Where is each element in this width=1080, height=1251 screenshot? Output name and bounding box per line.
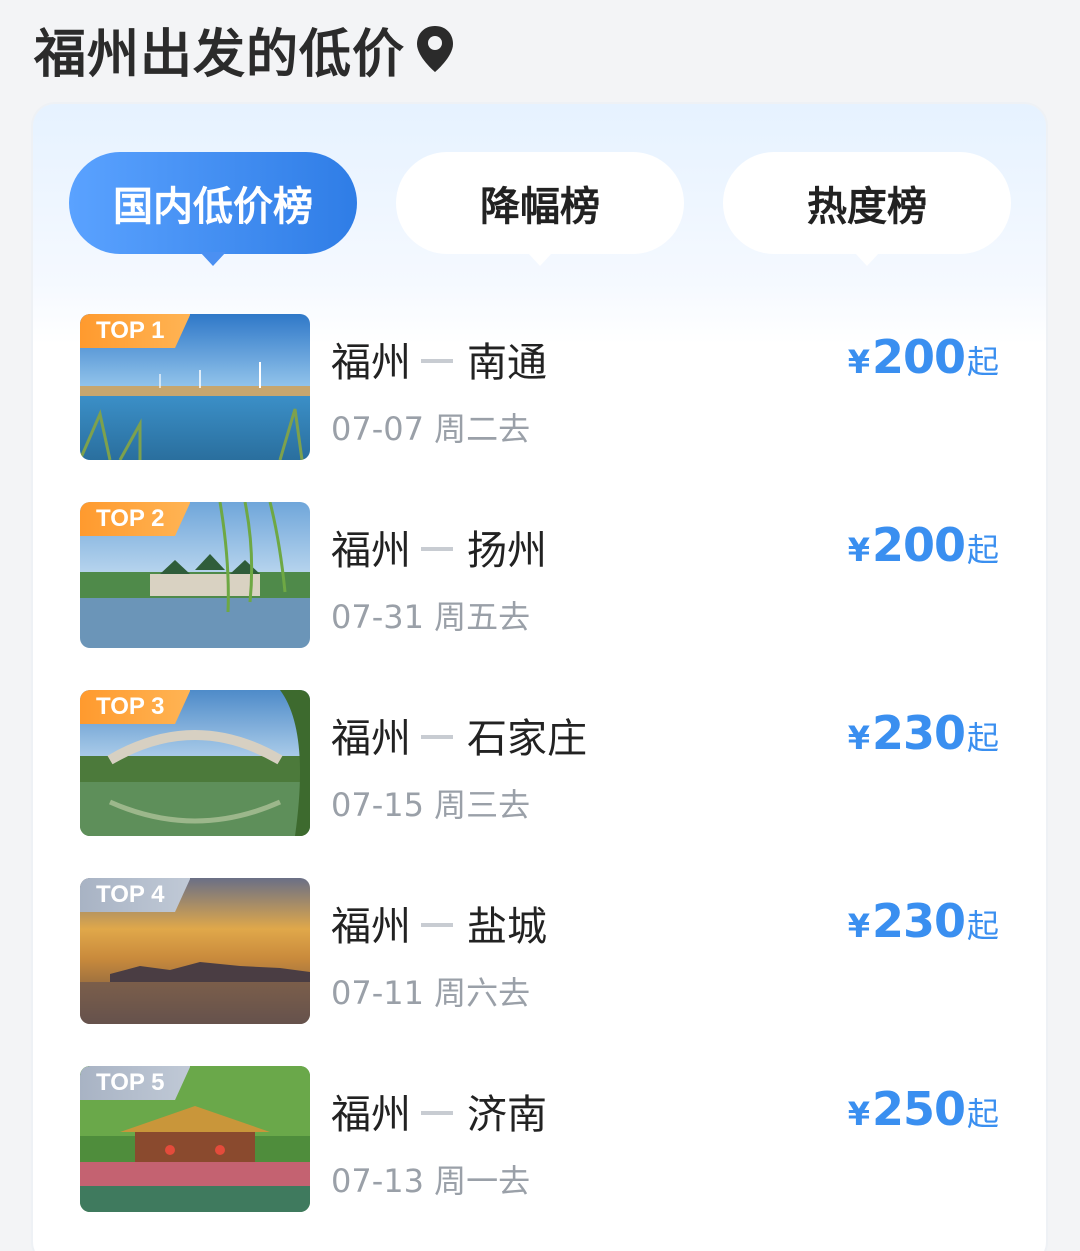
route-arrow-icon bbox=[421, 547, 453, 551]
price-suffix: 起 bbox=[966, 343, 999, 381]
rank-badge: TOP 1 bbox=[80, 314, 191, 348]
destination-city: 济南 bbox=[467, 1092, 547, 1138]
price: ¥ 200 起 bbox=[848, 518, 999, 572]
price: ¥ 230 起 bbox=[848, 894, 999, 948]
origin-city: 福州 bbox=[331, 528, 411, 574]
route-title: 福州 扬州 bbox=[331, 518, 547, 576]
price-suffix: 起 bbox=[966, 719, 999, 757]
price-suffix: 起 bbox=[966, 531, 999, 569]
price-suffix: 起 bbox=[966, 907, 999, 945]
tab-bar: 国内低价榜 降幅榜 热度榜 bbox=[69, 152, 1011, 272]
origin-city: 福州 bbox=[331, 904, 411, 950]
origin-city: 福州 bbox=[331, 340, 411, 386]
route-arrow-icon bbox=[421, 735, 453, 739]
destination-thumbnail: TOP 1 bbox=[80, 314, 310, 460]
route-row[interactable]: TOP 1 福州 南通 07-07 周二去 ¥ 200 起 bbox=[33, 312, 1046, 462]
rank-badge: TOP 3 bbox=[80, 690, 191, 724]
currency-symbol: ¥ bbox=[847, 719, 870, 757]
route-row[interactable]: TOP 2 福州 扬州 07-31 周五去 ¥ 200 起 bbox=[33, 500, 1046, 650]
destination-thumbnail: TOP 5 bbox=[80, 1066, 310, 1212]
route-title: 福州 石家庄 bbox=[331, 706, 587, 764]
origin-city: 福州 bbox=[331, 1092, 411, 1138]
page-title: 福州出发的低价 bbox=[34, 24, 406, 85]
price-value: 250 bbox=[871, 1082, 966, 1136]
origin-city: 福州 bbox=[331, 716, 411, 762]
route-row[interactable]: TOP 5 福州 济南 07-13 周一去 ¥ 250 起 bbox=[33, 1064, 1046, 1214]
route-row[interactable]: TOP 4 福州 盐城 07-11 周六去 ¥ 230 起 bbox=[33, 876, 1046, 1026]
tab-price-drop[interactable]: 降幅榜 bbox=[396, 152, 684, 254]
currency-symbol: ¥ bbox=[847, 1095, 870, 1133]
currency-symbol: ¥ bbox=[847, 907, 870, 945]
departure-date: 07-15 周三去 bbox=[331, 786, 531, 824]
price-value: 230 bbox=[871, 894, 966, 948]
price: ¥ 250 起 bbox=[848, 1082, 999, 1136]
rank-badge: TOP 2 bbox=[80, 502, 191, 536]
price: ¥ 230 起 bbox=[848, 706, 999, 760]
price-value: 230 bbox=[871, 706, 966, 760]
departure-date: 07-07 周二去 bbox=[331, 410, 531, 448]
destination-thumbnail: TOP 2 bbox=[80, 502, 310, 648]
price-value: 200 bbox=[871, 330, 966, 384]
header: 福州出发的低价 bbox=[34, 14, 455, 85]
price-suffix: 起 bbox=[966, 1095, 999, 1133]
route-title: 福州 南通 bbox=[331, 330, 547, 388]
departure-date: 07-31 周五去 bbox=[331, 598, 531, 636]
location-pin-icon[interactable] bbox=[415, 24, 455, 74]
destination-city: 石家庄 bbox=[467, 716, 587, 762]
destination-city: 南通 bbox=[467, 340, 547, 386]
route-title: 福州 盐城 bbox=[331, 894, 547, 952]
route-arrow-icon bbox=[421, 923, 453, 927]
price: ¥ 200 起 bbox=[848, 330, 999, 384]
route-arrow-icon bbox=[421, 1111, 453, 1115]
destination-city: 扬州 bbox=[467, 528, 547, 574]
destination-thumbnail: TOP 3 bbox=[80, 690, 310, 836]
departure-date: 07-13 周一去 bbox=[331, 1162, 531, 1200]
route-arrow-icon bbox=[421, 359, 453, 363]
destination-thumbnail: TOP 4 bbox=[80, 878, 310, 1024]
tab-popularity[interactable]: 热度榜 bbox=[723, 152, 1011, 254]
destination-city: 盐城 bbox=[467, 904, 547, 950]
currency-symbol: ¥ bbox=[847, 343, 870, 381]
route-row[interactable]: TOP 3 福州 石家庄 07-15 周三去 ¥ 230 起 bbox=[33, 688, 1046, 838]
route-title: 福州 济南 bbox=[331, 1082, 547, 1140]
page: 福州出发的低价 国内低价榜 降幅榜 热度榜 TOP 1 福州 南通 07-07 … bbox=[0, 0, 1080, 1251]
price-value: 200 bbox=[871, 518, 966, 572]
departure-date: 07-11 周六去 bbox=[331, 974, 531, 1012]
tab-domestic-low-price[interactable]: 国内低价榜 bbox=[69, 152, 357, 254]
rank-badge: TOP 5 bbox=[80, 1066, 191, 1100]
ranking-card: 国内低价榜 降幅榜 热度榜 TOP 1 福州 南通 07-07 周二去 ¥ 20… bbox=[33, 104, 1046, 1251]
currency-symbol: ¥ bbox=[847, 531, 870, 569]
rank-badge: TOP 4 bbox=[80, 878, 191, 912]
